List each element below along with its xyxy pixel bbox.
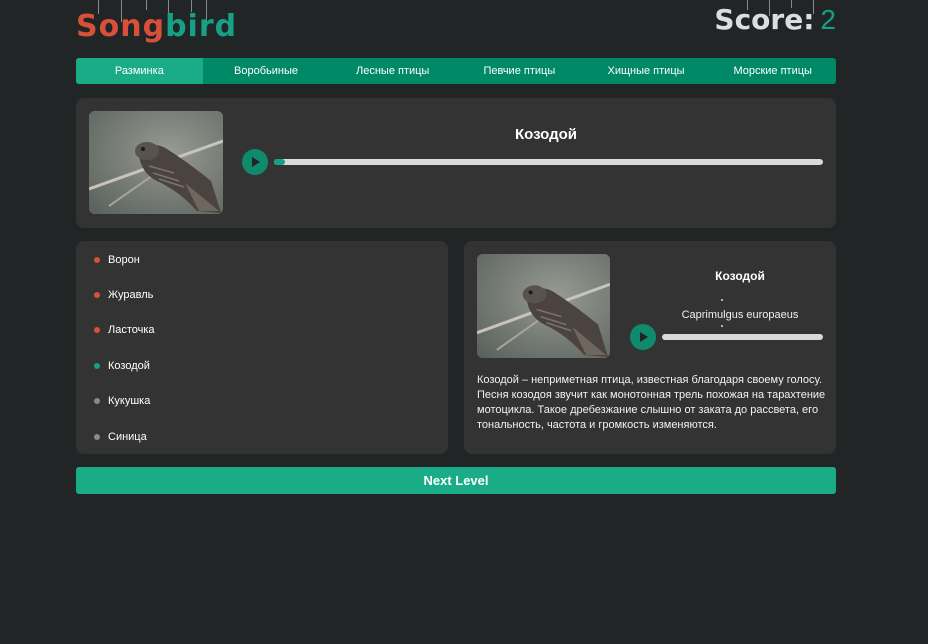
details-description: Козодой – неприметная птица, известная б… [477, 374, 826, 431]
header: Songbird Score: 2 [76, 0, 836, 50]
songbird-app: Songbird Score: 2 Разминка Воробьиные Лес… [0, 0, 928, 644]
next-level-button[interactable]: Next Level [76, 467, 836, 494]
nav-item-forest-birds[interactable]: Лесные птицы [329, 58, 456, 84]
answer-label: Синица [108, 431, 147, 443]
answer-option[interactable]: Ворон [94, 253, 140, 267]
play-icon[interactable] [630, 324, 656, 350]
details-audio-player [630, 324, 824, 350]
details-bird-name: Козодой [715, 269, 765, 283]
audio-progress-bar[interactable] [274, 159, 823, 165]
nav-item-songbirds[interactable]: Певчие птицы [456, 58, 583, 84]
status-dot-icon [94, 292, 100, 298]
answers-list: Ворон Журавль Ласточка Козодой Кукушка С… [76, 241, 448, 454]
nav-item-birds-of-prey[interactable]: Хищные птицы [583, 58, 710, 84]
status-dot-icon [94, 363, 100, 369]
answer-label: Ворон [108, 254, 140, 266]
answer-label: Кукушка [108, 395, 151, 407]
bird-details-panel: Козодой Caprimulgus europaeus Козодой – … [464, 241, 836, 454]
status-dot-icon [94, 257, 100, 263]
logo: Songbird [76, 8, 237, 46]
answer-option[interactable]: Ласточка [94, 323, 155, 337]
answer-label: Козодой [108, 360, 150, 372]
nav-item-warmup[interactable]: Разминка [76, 58, 203, 84]
current-bird-name: Козодой [514, 126, 578, 143]
audio-progress-bar[interactable] [662, 334, 823, 340]
play-icon[interactable] [242, 149, 268, 175]
nav-item-sea-birds[interactable]: Морские птицы [709, 58, 836, 84]
score-label: Score: [714, 3, 815, 36]
score-value: 2 [820, 4, 836, 35]
current-bird-image [89, 111, 223, 214]
score: Score: 2 [714, 2, 836, 38]
answer-option[interactable]: Кукушка [94, 394, 150, 408]
status-dot-icon [94, 398, 100, 404]
details-bird-image [477, 254, 610, 358]
answer-label: Журавль [108, 289, 154, 301]
answer-option[interactable]: Синица [94, 430, 147, 444]
current-audio-player [242, 149, 824, 175]
answer-option[interactable]: Козодой [94, 359, 150, 373]
separator [721, 299, 723, 301]
status-dot-icon [94, 434, 100, 440]
details-latin-name: Caprimulgus europaeus [681, 309, 799, 321]
answer-label: Ласточка [108, 324, 155, 336]
status-dot-icon [94, 327, 100, 333]
logo-song: Song [76, 9, 166, 44]
level-nav: Разминка Воробьиные Лесные птицы Певчие … [76, 58, 836, 84]
audio-progress-fill [274, 159, 285, 165]
answer-option[interactable]: Журавль [94, 288, 153, 302]
nav-item-passerines[interactable]: Воробьиные [203, 58, 330, 84]
logo-bird: bird [165, 9, 238, 44]
